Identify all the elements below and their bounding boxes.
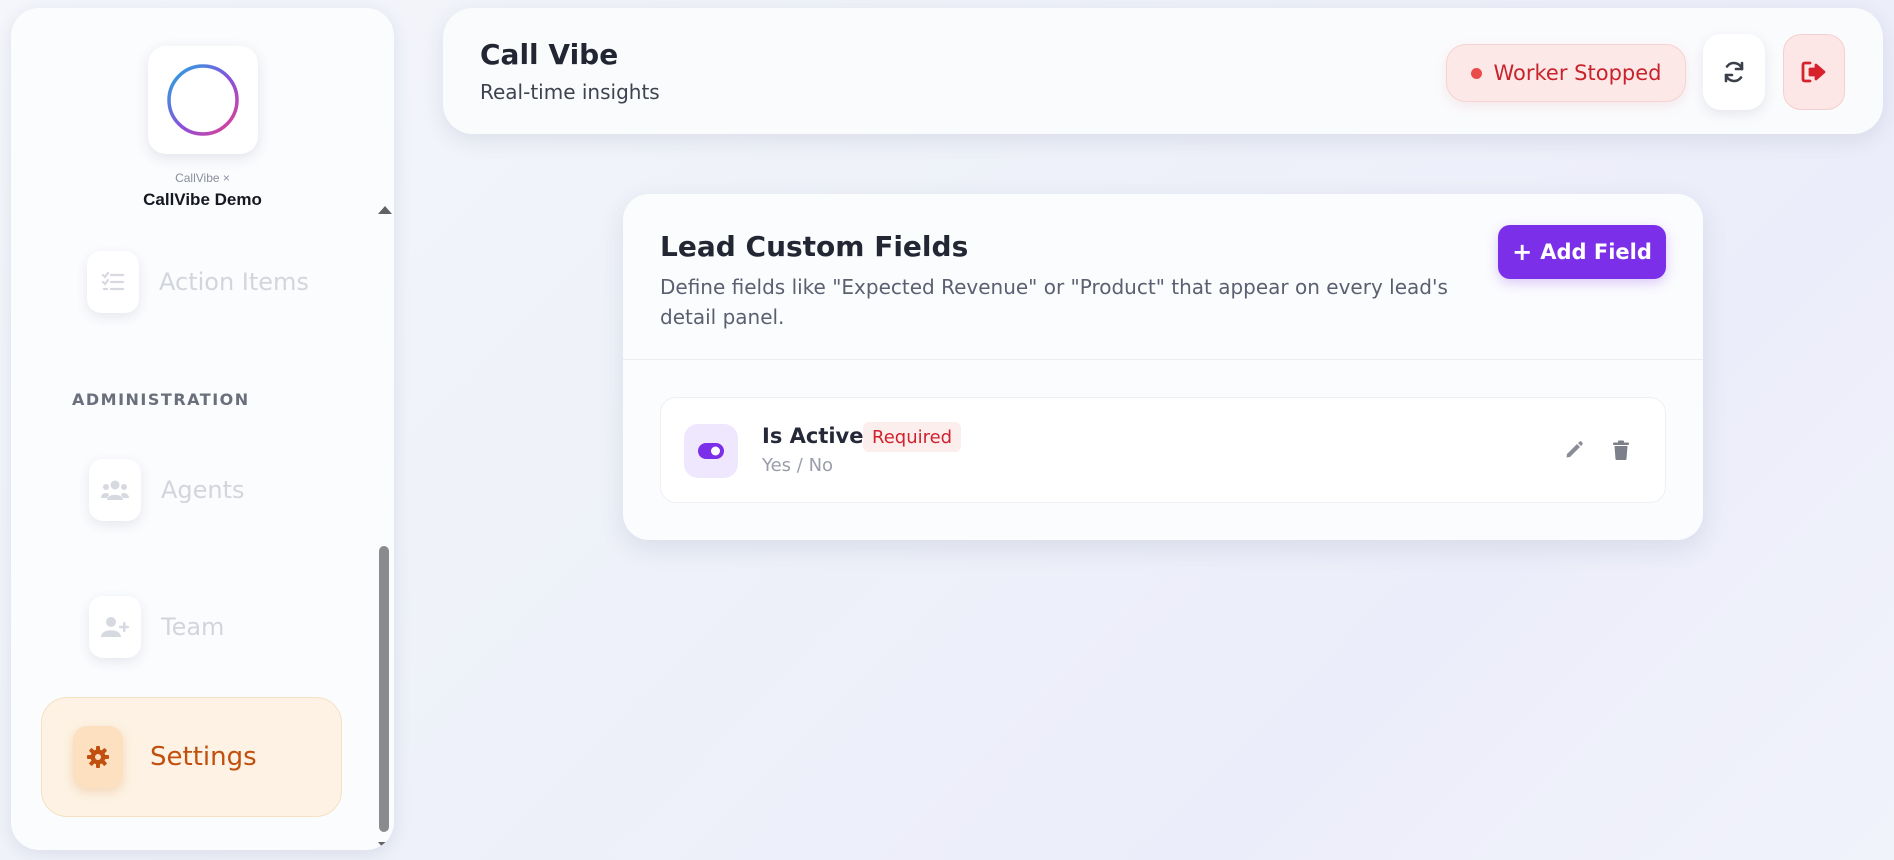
checklist-icon bbox=[87, 251, 139, 313]
sidebar-item-label: Action Items bbox=[159, 268, 309, 296]
sidebar-item-label: Settings bbox=[150, 742, 257, 772]
card-description: Define fields like "Expected Revenue" or… bbox=[660, 275, 1448, 329]
field-type: Yes / No bbox=[762, 455, 834, 476]
lead-custom-fields-card: Lead Custom Fields Define fields like "E… bbox=[623, 194, 1703, 540]
pencil-icon bbox=[1566, 441, 1583, 458]
scroll-up-arrow-icon[interactable] bbox=[378, 206, 392, 214]
page-subtitle: Real-time insights bbox=[480, 80, 660, 104]
field-row[interactable]: Is Active Required Yes / No bbox=[660, 397, 1666, 503]
plus-icon: + bbox=[1512, 238, 1533, 266]
sidebar-scrollbar[interactable] bbox=[375, 198, 393, 850]
refresh-icon bbox=[1724, 61, 1744, 83]
edit-field-button[interactable] bbox=[1562, 438, 1586, 462]
worker-status-badge[interactable]: Worker Stopped bbox=[1446, 44, 1686, 102]
gear-icon bbox=[73, 726, 123, 788]
sidebar-item-team[interactable]: Team bbox=[39, 589, 339, 665]
logout-icon bbox=[1801, 61, 1826, 83]
sidebar: CallVibe × CallVibe Demo Action Items AD… bbox=[11, 8, 394, 850]
logout-button[interactable] bbox=[1783, 34, 1845, 110]
delete-field-button[interactable] bbox=[1609, 438, 1633, 462]
toggle-icon bbox=[684, 424, 738, 478]
section-label-administration: ADMINISTRATION bbox=[72, 390, 250, 409]
trash-icon bbox=[1613, 440, 1629, 460]
users-icon bbox=[89, 459, 141, 521]
top-header: Call Vibe Real-time insights Worker Stop… bbox=[443, 8, 1883, 134]
app-logo[interactable] bbox=[148, 46, 258, 154]
sidebar-item-action-items[interactable]: Action Items bbox=[39, 244, 339, 320]
sidebar-item-settings[interactable]: Settings bbox=[41, 697, 342, 817]
required-badge: Required bbox=[863, 422, 962, 452]
soundwave-logo-icon bbox=[167, 64, 239, 136]
brand-subtitle: CallVibe × bbox=[175, 171, 230, 185]
status-dot-icon bbox=[1470, 67, 1482, 79]
add-field-label: Add Field bbox=[1540, 240, 1652, 264]
scrollbar-thumb[interactable] bbox=[379, 546, 389, 832]
sidebar-item-label: Agents bbox=[161, 476, 245, 504]
page-title: Call Vibe bbox=[480, 38, 619, 71]
card-title: Lead Custom Fields bbox=[660, 230, 969, 263]
sidebar-item-label: Team bbox=[161, 613, 225, 641]
sidebar-item-agents[interactable]: Agents bbox=[39, 452, 339, 528]
divider bbox=[623, 359, 1703, 360]
status-text: Worker Stopped bbox=[1493, 61, 1662, 85]
scroll-down-arrow-icon[interactable] bbox=[378, 842, 392, 850]
refresh-button[interactable] bbox=[1703, 34, 1765, 110]
brand-name: CallVibe Demo bbox=[143, 190, 262, 209]
add-field-button[interactable]: + Add Field bbox=[1498, 225, 1666, 279]
user-plus-icon bbox=[89, 596, 141, 658]
field-name: Is Active bbox=[762, 424, 864, 448]
